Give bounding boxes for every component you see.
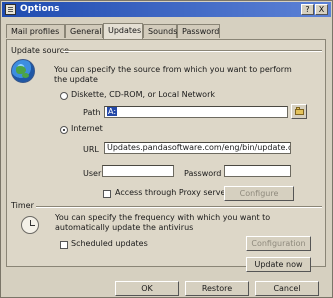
update-now-button[interactable]: Update now xyxy=(246,257,311,272)
configure-proxy-button[interactable]: Configure xyxy=(224,186,294,201)
proxy-checkbox-label[interactable]: Access through Proxy server xyxy=(115,188,229,198)
scheduled-updates-checkbox[interactable] xyxy=(60,241,68,249)
tab-mail-profiles[interactable]: Mail profiles xyxy=(6,24,65,38)
folder-icon xyxy=(295,107,304,115)
scheduled-updates-label[interactable]: Scheduled updates xyxy=(71,239,148,249)
globe-icon xyxy=(11,59,35,83)
tab-sounds[interactable]: Sounds xyxy=(143,24,177,38)
local-network-radio[interactable] xyxy=(60,92,68,100)
timer-divider xyxy=(36,206,322,207)
path-input[interactable]: A: xyxy=(104,106,288,118)
update-source-section-title: Update source xyxy=(11,46,70,55)
local-network-option-label[interactable]: Diskette, CD-ROM, or Local Network xyxy=(71,90,215,100)
user-label: User xyxy=(83,169,102,178)
configuration-button[interactable]: Configuration xyxy=(246,236,311,251)
options-window-icon xyxy=(5,4,16,15)
clock-icon xyxy=(21,216,39,234)
ok-button[interactable]: OK xyxy=(115,281,179,296)
title-bar: Options ? X xyxy=(2,2,331,17)
cancel-button[interactable]: Cancel xyxy=(255,281,319,296)
proxy-checkbox[interactable] xyxy=(103,190,111,198)
tab-general[interactable]: General xyxy=(65,24,103,38)
update-source-divider xyxy=(63,50,322,51)
user-input[interactable] xyxy=(102,165,174,177)
url-label: URL xyxy=(83,145,99,154)
tab-updates[interactable]: Updates xyxy=(103,23,143,39)
update-source-description: You can specify the source from which yo… xyxy=(54,65,292,84)
restore-button[interactable]: Restore xyxy=(185,281,249,296)
window-title: Options xyxy=(20,4,60,14)
internet-radio[interactable] xyxy=(60,126,68,134)
password-label: Password xyxy=(184,169,222,178)
password-input[interactable] xyxy=(224,165,291,177)
timer-section-title: Timer xyxy=(11,201,34,210)
browse-folder-button[interactable] xyxy=(291,104,307,119)
url-input[interactable]: Updates.pandasoftware.com/eng/bin/update… xyxy=(104,142,291,154)
close-button[interactable]: X xyxy=(315,4,328,15)
help-button[interactable]: ? xyxy=(301,4,314,15)
path-label: Path xyxy=(83,108,101,117)
options-window: Options ? X Mail profiles General Update… xyxy=(0,0,333,298)
tab-password[interactable]: Password xyxy=(177,24,220,38)
internet-option-label[interactable]: Internet xyxy=(71,124,103,134)
timer-description: You can specify the frequency with which… xyxy=(55,213,271,232)
